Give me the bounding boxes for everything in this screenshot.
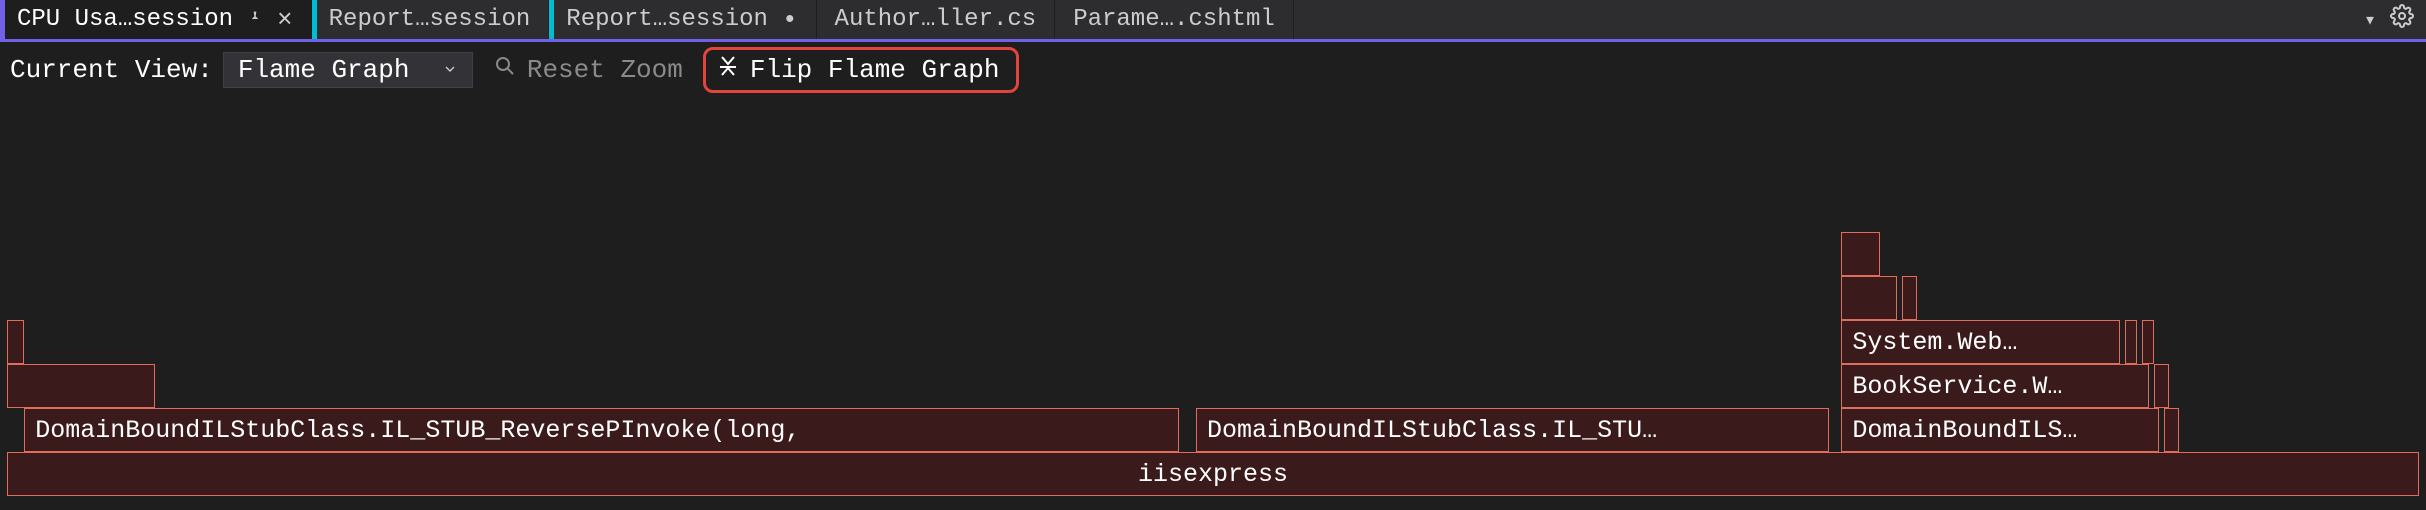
view-select-value: Flame Graph	[238, 55, 410, 85]
flame-bar[interactable]: DomainBoundILS…	[1841, 408, 2159, 452]
tab-accent	[549, 0, 554, 39]
flame-bar-label: DomainBoundILStubClass.IL_STUB_ReversePI…	[35, 416, 800, 445]
flame-bar[interactable]	[2164, 408, 2179, 452]
tab-4[interactable]: Parame….cshtml	[1055, 0, 1294, 39]
flame-bar-label: DomainBoundILStubClass.IL_STU…	[1207, 416, 1657, 445]
tab-0[interactable]: CPU Usa…session ×	[0, 0, 312, 39]
flame-bar-label: BookService.W…	[1852, 372, 2062, 401]
flip-flame-graph-button[interactable]: Flip Flame Graph	[703, 47, 1019, 93]
flame-bar[interactable]: iisexpress	[7, 452, 2418, 496]
view-select[interactable]: Flame Graph	[223, 52, 473, 88]
flip-flame-label: Flip Flame Graph	[750, 55, 1000, 85]
tab-bar-actions: ▾	[2352, 0, 2426, 39]
tab-1[interactable]: Report…session	[312, 0, 550, 39]
tab-3[interactable]: Author…ller.cs	[817, 0, 1056, 39]
tab-accent	[312, 0, 317, 39]
flame-bar[interactable]	[7, 364, 155, 408]
toolbar: Current View: Flame Graph Reset Zoom Fli…	[0, 42, 2426, 98]
reset-zoom-label: Reset Zoom	[527, 55, 683, 85]
tab-overflow-icon[interactable]: ▾	[2364, 7, 2376, 33]
flame-bar[interactable]: BookService.W…	[1841, 364, 2149, 408]
tab-accent	[0, 0, 5, 39]
flame-graph[interactable]: iisexpress DomainBoundILStubClass.IL_STUB…	[0, 98, 2426, 510]
close-icon[interactable]: ×	[277, 5, 293, 35]
tab-label: Author…ller.cs	[835, 6, 1037, 33]
chevron-down-icon	[442, 55, 458, 85]
flame-bar-label: iisexpress	[1138, 460, 1288, 489]
tab-bar: CPU Usa…session×Report…sessionReport…ses…	[0, 0, 2426, 42]
gear-icon[interactable]	[2390, 4, 2414, 35]
tab-label: Report…session	[566, 6, 768, 33]
tab-label: Report…session	[329, 6, 531, 33]
flame-bar[interactable]	[2142, 320, 2154, 364]
flame-bar[interactable]	[1841, 276, 1897, 320]
flame-bar[interactable]	[7, 320, 24, 364]
flame-bar-label: DomainBoundILS…	[1852, 416, 2077, 445]
flame-bar[interactable]: DomainBoundILStubClass.IL_STU…	[1196, 408, 1829, 452]
current-view-label: Current View:	[10, 55, 213, 85]
tab-label: Parame….cshtml	[1073, 6, 1275, 33]
flip-icon	[716, 54, 740, 86]
flame-bar[interactable]: System.Web…	[1841, 320, 2120, 364]
reset-zoom-button[interactable]: Reset Zoom	[483, 52, 693, 88]
flame-bar[interactable]	[1902, 276, 1917, 320]
flame-bar[interactable]: DomainBoundILStubClass.IL_STUB_ReversePI…	[24, 408, 1179, 452]
flame-bar[interactable]	[1841, 232, 1880, 276]
flame-bar-label: System.Web…	[1852, 328, 2017, 357]
magnifier-icon	[493, 54, 517, 86]
pin-icon[interactable]	[247, 9, 263, 31]
tab-2[interactable]: Report…session•	[549, 0, 816, 39]
flame-bar[interactable]	[2154, 364, 2169, 408]
flame-bar[interactable]	[2125, 320, 2137, 364]
tab-label: CPU Usa…session	[17, 6, 233, 33]
